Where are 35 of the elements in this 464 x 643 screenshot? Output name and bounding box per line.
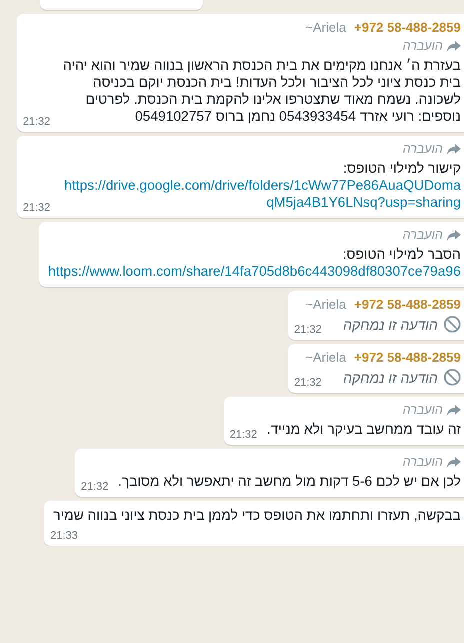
message-text: בבקשה, תעזרו ותחתמו את הטופס כדי לממן בית כנסת ציוני בנווה שמיר bbox=[53, 507, 461, 524]
deleted-message-text: הודעה זו נמחקה bbox=[343, 316, 438, 332]
sender-name: ~Ariela bbox=[306, 297, 346, 312]
message-text: לכן אם יש לכם 5-6 דקות מול מחשב זה יתאפשר ולא מסובך. bbox=[118, 473, 461, 490]
message-time: 21:32 bbox=[81, 481, 109, 493]
forwarded-label: הועברה bbox=[402, 228, 443, 242]
forward-icon bbox=[447, 230, 461, 240]
forwarded-label: הועברה bbox=[402, 455, 443, 469]
message-time: 21:32 bbox=[230, 429, 258, 441]
blocked-icon bbox=[444, 316, 461, 333]
sender-phone[interactable]: +972 58-488-2859 bbox=[354, 20, 461, 35]
blocked-icon bbox=[444, 369, 461, 386]
forwarded-label: הועברה bbox=[402, 39, 443, 53]
sender-name: ~Ariela bbox=[306, 350, 346, 365]
forward-icon bbox=[447, 144, 461, 154]
message-time: 21:32 bbox=[294, 324, 322, 336]
message-text: הסבר למילוי הטופס: bbox=[342, 246, 461, 263]
forward-icon bbox=[447, 40, 461, 52]
message-time: 21:32 bbox=[23, 202, 51, 214]
deleted-message-text: הודעה זו נמחקה bbox=[343, 370, 438, 386]
sender-phone[interactable]: +972 58-488-2859 bbox=[354, 350, 461, 365]
message-text: קישור למילוי הטופס: bbox=[342, 160, 461, 177]
link[interactable]: https://drive.google.com/drive/folders/1cWw77Pe86AuaQUDomaqM5ja4B1Y6LNsq?usp=sharing bbox=[60, 177, 461, 211]
forwarded-label: הועברה bbox=[402, 142, 443, 156]
message-time: 21:32 bbox=[294, 377, 322, 389]
forwarded-label: הועברה bbox=[402, 403, 443, 417]
message-text: זה עובד ממחשב בעיקר ולא מנייד. bbox=[266, 421, 461, 438]
message-time: 21:32 bbox=[23, 116, 51, 128]
forward-icon bbox=[447, 404, 461, 416]
forward-icon bbox=[447, 456, 461, 468]
message-time: 21:33 bbox=[50, 530, 78, 542]
link[interactable]: https://www.loom.com/share/14fa705d8b6c443098df80307ce79a96 bbox=[48, 263, 461, 280]
sender-name: ~Ariela bbox=[306, 20, 346, 35]
message-text: בעזרת ה׳ אנחנו מקימים את בית הכנסת הראשון בנווה שמיר והוא יהיה בית כנסת ציוני לכל הציבור ולכל העדות! בית הכנסת יוקם בכניסה לשכונה. נשמח מאוד שתצטרפו אלינו להקמת בית הכנסת. לפרטים נוספים: רועי אזרד 0543933454 נחמן ברוס 0549102757 bbox=[62, 57, 461, 125]
sender-phone[interactable]: +972 58-488-2859 bbox=[354, 297, 461, 312]
